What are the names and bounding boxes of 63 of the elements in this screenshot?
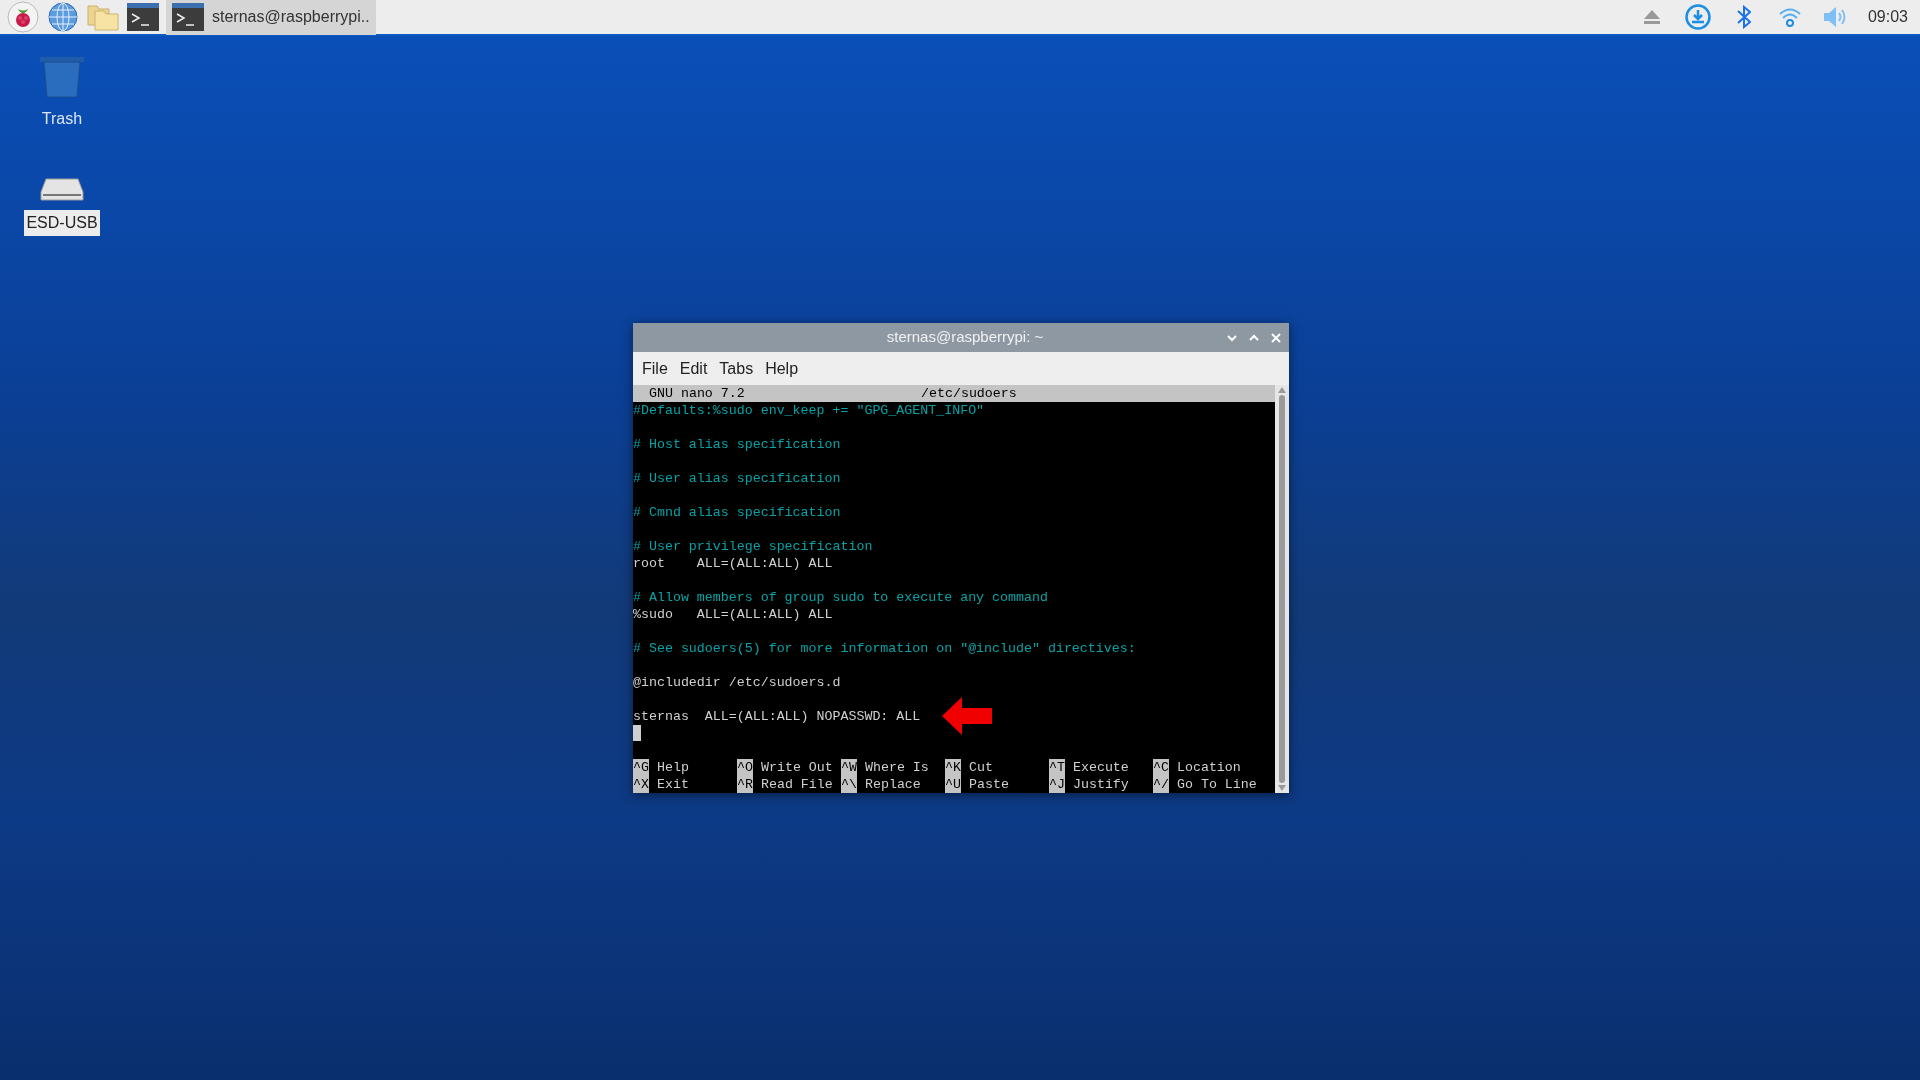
- code-comment: # Allow members of group sudo to execute any command: [633, 590, 1048, 605]
- shortcut-label: Execute: [1072, 759, 1129, 776]
- scroll-up-icon[interactable]: [1278, 387, 1286, 393]
- shortcut-key: ^/: [1153, 776, 1169, 793]
- menu-item[interactable]: Edit: [674, 356, 713, 381]
- shortcut-key: ^U: [945, 776, 961, 793]
- shortcut-key: ^J: [1049, 776, 1065, 793]
- scrollbar-thumb[interactable]: [1279, 395, 1285, 783]
- text-cursor: [633, 725, 641, 741]
- eject-icon[interactable]: [1642, 9, 1661, 25]
- code-line: %sudo ALL=(ALL:ALL) ALL: [633, 606, 833, 623]
- desktop-icon-label[interactable]: ESD-USB: [24, 210, 100, 236]
- close-icon[interactable]: [1269, 330, 1283, 345]
- shortcut-key: ^X: [633, 776, 649, 793]
- clock[interactable]: 09:03: [1867, 5, 1908, 29]
- scrollbar[interactable]: [1275, 385, 1289, 793]
- shortcut-key: ^W: [841, 759, 857, 776]
- code-comment: #Defaults:%sudo env_keep += "GPG_AGENT_INFO": [633, 403, 985, 418]
- shortcut-key: ^\: [841, 776, 857, 793]
- wifi-icon[interactable]: [1777, 6, 1802, 28]
- code-comment: # User alias specification: [633, 471, 841, 486]
- code-comment: # Cmnd alias specification: [633, 505, 841, 520]
- window-title: sternas@raspberrypi: ~: [886, 327, 1044, 348]
- globe-icon[interactable]: [47, 1, 79, 33]
- shortcut-label: Location: [1176, 759, 1241, 776]
- shortcut-key: ^T: [1049, 759, 1065, 776]
- download-icon[interactable]: [1684, 4, 1711, 30]
- folder-icon[interactable]: [87, 3, 119, 31]
- code-comment: # User privilege specification: [633, 539, 873, 554]
- shortcut-label: Where Is: [864, 759, 929, 776]
- bluetooth-icon[interactable]: [1736, 5, 1751, 29]
- drive-icon[interactable]: [40, 178, 84, 202]
- trash-icon[interactable]: [40, 56, 84, 98]
- shortcut-label: Help: [656, 759, 689, 776]
- shortcut-label: Go To Line: [1176, 776, 1257, 793]
- shortcut-label: Read File: [760, 776, 833, 793]
- code-comment: # See sudoers(5) for more information on "@include" directives:: [633, 641, 1136, 656]
- menu-item[interactable]: File: [637, 356, 673, 381]
- shortcut-key: ^G: [633, 759, 649, 776]
- shortcut-label: Exit: [656, 776, 689, 793]
- shortcut-label: Paste: [968, 776, 1009, 793]
- code-line: @includedir /etc/sudoers.d: [633, 674, 841, 691]
- menu-item[interactable]: Help: [760, 356, 804, 381]
- nano-version: GNU nano 7.2: [648, 385, 746, 402]
- shortcut-label: Replace: [864, 776, 921, 793]
- shortcut-label: Cut: [968, 759, 993, 776]
- scroll-down-icon[interactable]: [1278, 785, 1286, 791]
- shortcut-key: ^K: [945, 759, 961, 776]
- taskbar-window-button[interactable]: sternas@raspberrypi..: [166, 0, 376, 35]
- file-name: /etc/sudoers: [921, 385, 1017, 402]
- code-comment: # Host alias specification: [633, 437, 841, 452]
- code-line: root ALL=(ALL:ALL) ALL: [633, 555, 833, 572]
- terminal-icon[interactable]: [127, 3, 159, 31]
- terminal-icon[interactable]: [172, 3, 204, 31]
- desktop-icon-label[interactable]: Trash: [39, 106, 85, 132]
- menu-item[interactable]: Tabs: [714, 356, 759, 381]
- shortcut-key: ^R: [737, 776, 753, 793]
- code-line: sternas ALL=(ALL:ALL) NOPASSWD: ALL: [633, 708, 921, 725]
- raspberry-menu-icon[interactable]: [7, 1, 39, 33]
- shortcut-key: ^C: [1153, 759, 1169, 776]
- shortcut-label: Justify: [1072, 776, 1129, 793]
- shortcut-label: Write Out: [760, 759, 833, 776]
- shortcut-key: ^O: [737, 759, 753, 776]
